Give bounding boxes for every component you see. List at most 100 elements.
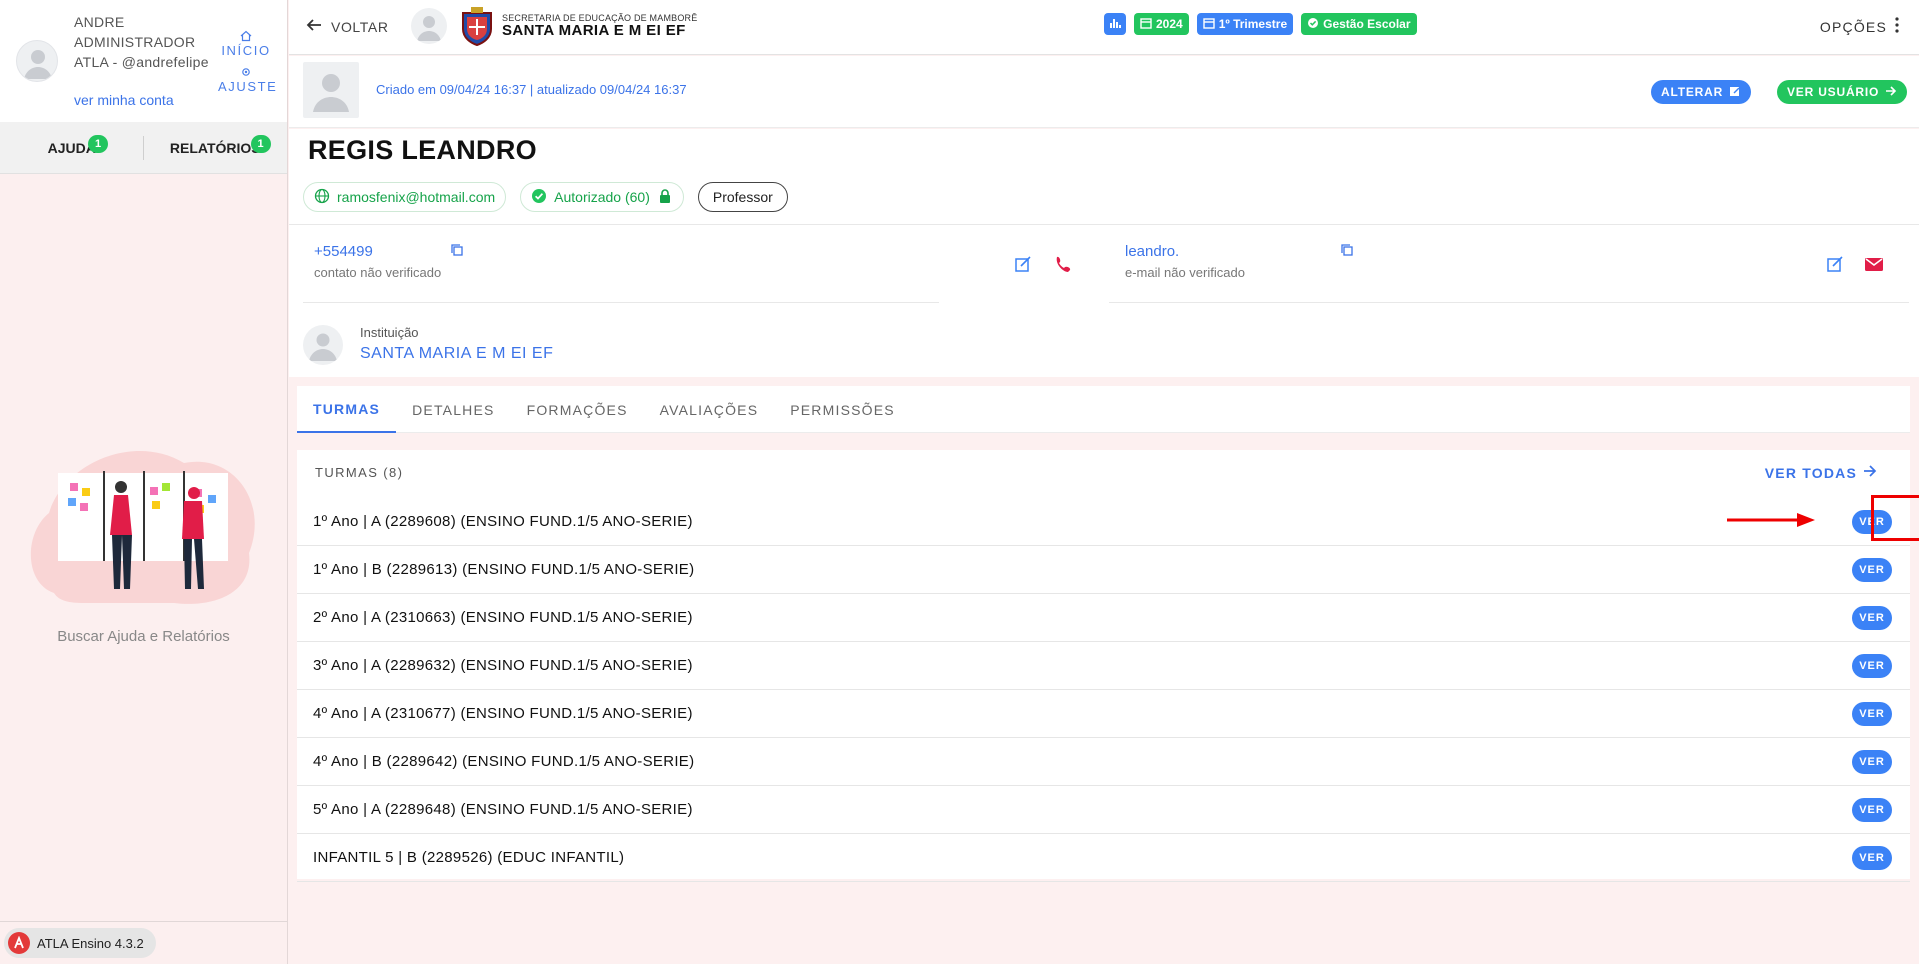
calendar-icon [1203,17,1215,32]
email-contact: leandro. e-mail não verificado [1125,225,1885,303]
created-updated-text: Criado em 09/04/24 16:37 | atualizado 09… [376,82,687,97]
edit-button-label: ALTERAR [1661,85,1724,99]
settings-label: AJUSTE [218,79,278,94]
ver-button[interactable]: VER [1852,557,1892,582]
relatorios-count-badge: 1 [250,135,271,153]
turma-label: 4º Ano | B (2289642) (ENSINO FUND.1/5 AN… [313,753,695,770]
check-circle-icon [531,188,547,207]
email-tag-label: ramosfenix@hotmail.com [337,189,496,205]
edit-email-icon[interactable] [1825,254,1845,274]
turma-label: 5º Ano | A (2289648) (ENSINO FUND.1/5 AN… [313,801,693,818]
email-value[interactable]: leandro. [1125,243,1179,260]
municipality-crest-icon [462,7,492,47]
home-label: INÍCIO [221,43,271,58]
term-label: 1º Trimestre [1218,17,1288,31]
context-chips: 2024 1º Trimestre Gestão Escolar [1104,13,1417,35]
management-chip[interactable]: Gestão Escolar [1301,13,1417,35]
edit-phone-icon[interactable] [1013,254,1033,274]
email-status: e-mail não verificado [1125,265,1245,280]
institution-label: Instituição [360,325,419,340]
options-menu[interactable]: OPÇÕES [1820,17,1899,36]
ver-button[interactable]: VER [1852,653,1892,678]
user-photo[interactable] [303,62,359,118]
back-label: VOLTAR [331,18,389,35]
top-bar: VOLTAR SECRETARIA DE EDUCAÇÃO DE MAMBORÊ… [289,0,1919,55]
tab-turmas[interactable]: TURMAS [297,386,397,433]
view-all-button[interactable]: VER TODAS [1765,464,1877,481]
list-item: 4º Ano | B (2289642) (ENSINO FUND.1/5 AN… [297,738,1910,786]
management-label: Gestão Escolar [1323,17,1411,31]
institution-link[interactable]: SANTA MARIA E M EI EF [360,345,553,363]
role-tag[interactable]: Professor [697,182,788,212]
copy-icon[interactable] [450,243,464,257]
list-item: 1º Ano | B (2289613) (ENSINO FUND.1/5 AN… [297,546,1910,594]
year-label: 2024 [1156,17,1183,31]
calendar-icon [1140,17,1152,32]
email-tag[interactable]: ramosfenix@hotmail.com [303,182,507,212]
sidebar: ANDRE ADMINISTRADOR ATLA - @andrefelipe … [0,0,288,964]
turma-label: 2º Ano | A (2310663) (ENSINO FUND.1/5 AN… [313,609,693,626]
tab-avaliacoes[interactable]: AVALIAÇÕES [644,386,775,433]
view-all-label: VER TODAS [1764,464,1857,481]
turma-label: 1º Ano | B (2289613) (ENSINO FUND.1/5 AN… [313,561,695,578]
view-user-button[interactable]: VER USUÁRIO [1777,80,1908,104]
edit-icon [1729,85,1741,100]
globe-icon [314,188,330,207]
tab-permissoes[interactable]: PERMISSÕES [774,386,911,433]
tab-detalhes[interactable]: DETALHES [396,386,510,433]
phone-contact: +554499 contato não verificado [314,225,944,303]
ver-button[interactable]: VER [1852,701,1892,726]
my-account-link[interactable]: ver minha conta [74,92,174,108]
sidebar-footer: ATLA Ensino 4.3.2 [0,921,287,964]
atla-logo-icon [8,932,30,954]
tab-ajuda[interactable]: AJUDA 1 [0,122,144,173]
turmas-panel: TURMAS (8) VER TODAS 1º Ano | A (2289608… [297,450,1910,882]
check-circle-icon [1307,17,1319,32]
arrow-right-icon [1863,464,1877,481]
back-button[interactable]: VOLTAR [305,16,389,37]
list-item: 3º Ano | A (2289632) (ENSINO FUND.1/5 AN… [297,642,1910,690]
user-name: ANDRE ADMINISTRADOR ATLA - @andrefelipe [74,14,209,70]
tab-relatorios[interactable]: RELATÓRIOS 1 [144,122,288,173]
profile-tabs: TURMAS DETALHES FORMAÇÕES AVALIAÇÕES PER… [297,386,1910,433]
phone-icon[interactable] [1053,254,1073,274]
user-full-name: REGIS LEANDRO [308,135,537,165]
school-title: SECRETARIA DE EDUCAÇÃO DE MAMBORÊ SANTA … [502,13,697,39]
term-chip[interactable]: 1º Trimestre [1196,13,1294,35]
ver-button[interactable]: VER [1852,605,1892,630]
turmas-title: TURMAS (8) [315,465,404,480]
institution-avatar [303,325,343,365]
version-badge[interactable]: ATLA Ensino 4.3.2 [4,928,156,958]
ver-button[interactable]: VER [1852,845,1892,870]
turma-label: 4º Ano | A (2310677) (ENSINO FUND.1/5 AN… [313,705,693,722]
sidebar-user-panel: ANDRE ADMINISTRADOR ATLA - @andrefelipe … [0,0,287,122]
home-button[interactable]: INÍCIO [218,30,274,58]
main-content: VOLTAR SECRETARIA DE EDUCAÇÃO DE MAMBORÊ… [289,0,1919,964]
phone-value[interactable]: +554499 [314,243,373,260]
turma-label: 3º Ano | A (2289632) (ENSINO FUND.1/5 AN… [313,657,693,674]
sidebar-tabs: AJUDA 1 RELATÓRIOS 1 [0,122,287,174]
bar-chart-icon [1109,17,1121,32]
ver-button[interactable]: VER [1852,797,1892,822]
settings-button[interactable]: AJUSTE [218,66,278,94]
authorized-tag[interactable]: Autorizado (60) [520,182,684,212]
edit-user-button[interactable]: ALTERAR [1651,80,1752,104]
copy-icon[interactable] [1340,243,1354,257]
turma-label: INFANTIL 5 | B (2289526) (EDUC INFANTIL) [313,849,625,866]
stats-chip[interactable] [1104,13,1126,35]
home-icon [218,30,274,43]
mail-icon[interactable] [1864,254,1884,274]
annotation-highlight-box [1871,495,1919,541]
role-tag-label: Professor [712,189,773,205]
list-item: 1º Ano | A (2289608) (ENSINO FUND.1/5 AN… [297,498,1910,546]
turmas-list: 1º Ano | A (2289608) (ENSINO FUND.1/5 AN… [297,498,1910,882]
authorized-tag-label: Autorizado (60) [554,189,650,205]
phone-status: contato não verificado [314,265,442,280]
ver-button[interactable]: VER [1852,749,1892,774]
year-chip[interactable]: 2024 [1134,13,1189,35]
list-item: 2º Ano | A (2310663) (ENSINO FUND.1/5 AN… [297,594,1910,642]
profile-tags: ramosfenix@hotmail.com Autorizado (60) P… [303,182,788,212]
tab-formacoes[interactable]: FORMAÇÕES [511,386,644,433]
list-item: INFANTIL 5 | B (2289526) (EDUC INFANTIL)… [297,834,1910,882]
user-avatar[interactable] [16,40,58,82]
